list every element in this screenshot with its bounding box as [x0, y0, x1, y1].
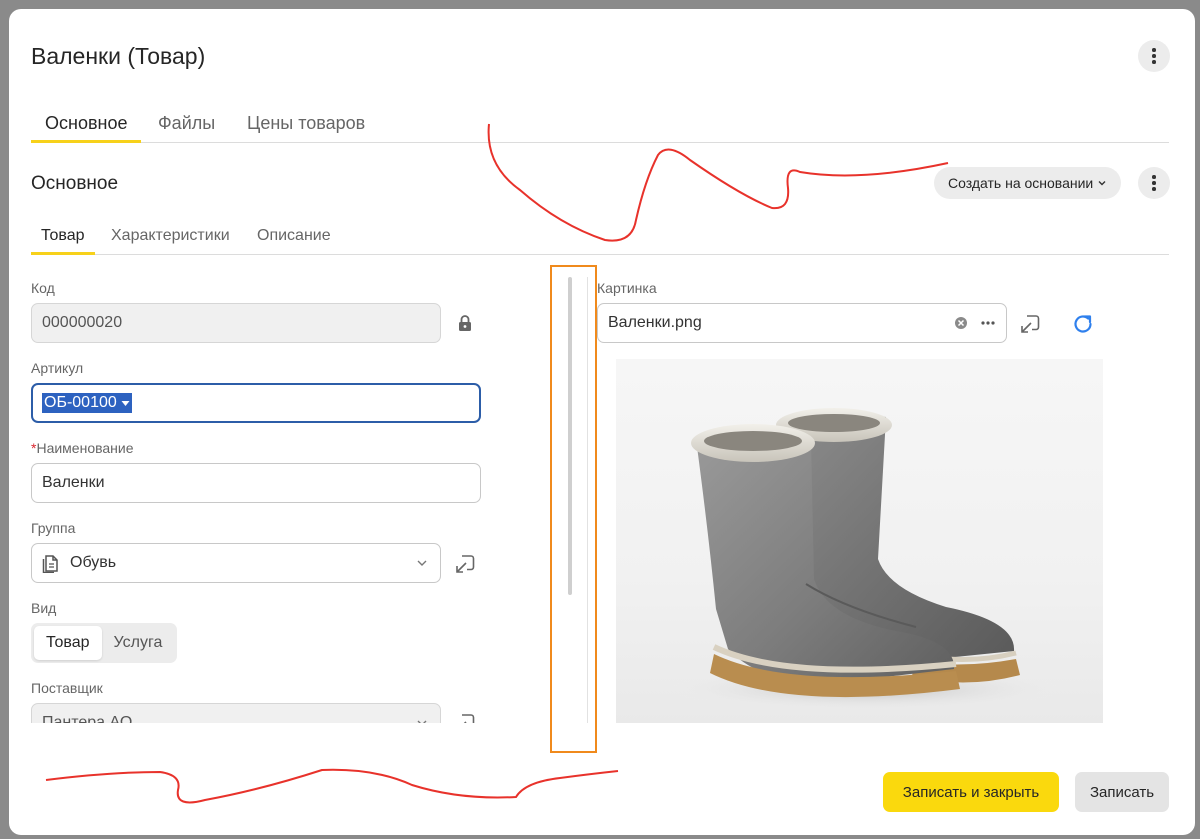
kind-option-service[interactable]: Услуга	[102, 626, 175, 660]
more-vertical-icon	[1152, 48, 1156, 64]
refresh-icon	[1074, 315, 1092, 333]
name-value: Валенки	[42, 474, 105, 491]
tab-product[interactable]: Товар	[31, 227, 95, 255]
felt-boots-illustration	[666, 408, 1066, 711]
group-label: Группа	[31, 520, 76, 536]
group-open-button[interactable]	[452, 551, 478, 577]
code-field: 000000020	[31, 303, 441, 343]
tab-main[interactable]: Основное	[31, 113, 142, 143]
supplier-label: Поставщик	[31, 680, 103, 696]
group-select[interactable]: Обувь	[31, 543, 441, 583]
open-link-icon	[456, 555, 475, 573]
more-vertical-icon	[1152, 175, 1156, 191]
picture-input[interactable]: Валенки.png	[597, 303, 1007, 343]
create-based-on-label: Создать на основании	[948, 175, 1094, 191]
create-based-on-button[interactable]: Создать на основании	[934, 167, 1122, 199]
window-more-button[interactable]	[1138, 40, 1170, 72]
section-more-button[interactable]	[1138, 167, 1170, 199]
lock-icon[interactable]	[455, 313, 475, 333]
clear-icon[interactable]	[954, 316, 968, 330]
kind-label: Вид	[31, 600, 57, 616]
group-value: Обувь	[70, 554, 117, 571]
kind-toggle: Товар Услуга	[31, 623, 178, 663]
name-input[interactable]: Валенки	[31, 463, 481, 503]
save-and-close-button[interactable]: Записать и закрыть	[883, 772, 1059, 812]
article-input[interactable]: ОБ-00100	[31, 383, 481, 423]
name-label: *Наименование	[31, 440, 134, 456]
product-form-window: Валенки (Товар) Основное Файлы Цены това…	[9, 9, 1195, 835]
section-title: Основное	[31, 173, 119, 194]
refresh-button[interactable]	[1070, 311, 1096, 337]
tab-prices[interactable]: Цены товаров	[247, 113, 365, 143]
caret-down-icon	[121, 400, 130, 406]
name-label-text: Наименование	[36, 440, 134, 456]
article-selected-text: ОБ-00100	[42, 393, 132, 413]
picture-value: Валенки.png	[608, 314, 702, 331]
document-icon	[42, 555, 58, 573]
form-scroll-clip	[9, 723, 554, 753]
picture-open-button[interactable]	[1017, 311, 1043, 337]
chevron-down-icon	[1098, 181, 1106, 186]
window-title: Валенки (Товар)	[31, 43, 206, 69]
article-label: Артикул	[31, 360, 84, 376]
save-button[interactable]: Записать	[1075, 772, 1169, 812]
article-value: ОБ-00100	[44, 394, 117, 411]
open-link-icon	[1021, 315, 1040, 333]
product-image	[616, 359, 1103, 723]
code-label: Код	[31, 280, 55, 296]
picture-label: Картинка	[597, 280, 657, 296]
tab-characteristics[interactable]: Характеристики	[111, 227, 230, 255]
main-tabs: Основное Файлы Цены товаров	[31, 107, 1169, 143]
tab-files[interactable]: Файлы	[158, 113, 215, 143]
chevron-down-icon	[417, 560, 427, 566]
code-value: 000000020	[42, 314, 123, 331]
highlight-box-annotation	[550, 265, 597, 753]
ellipsis-icon[interactable]	[980, 320, 996, 326]
sub-tabs: Товар Характеристики Описание	[31, 223, 1169, 255]
tab-description[interactable]: Описание	[257, 227, 331, 255]
kind-option-product[interactable]: Товар	[34, 626, 102, 660]
